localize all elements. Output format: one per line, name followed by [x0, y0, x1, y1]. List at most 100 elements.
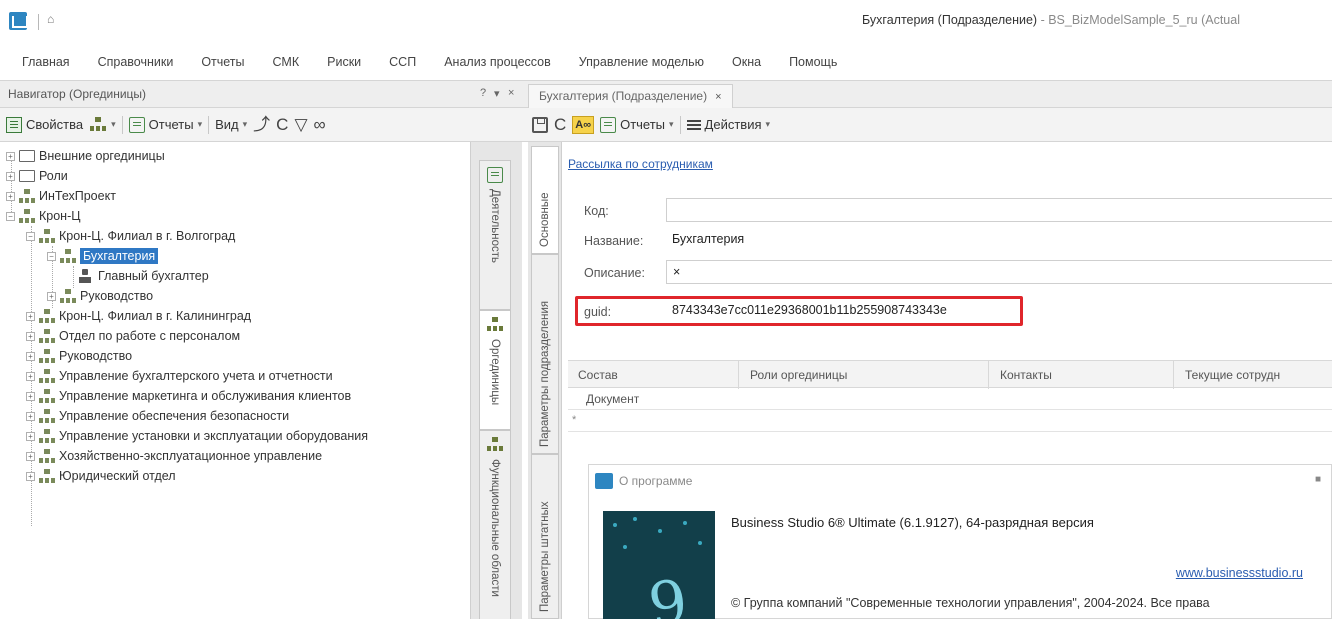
website-link[interactable]: www.businessstudio.ru — [1176, 566, 1303, 580]
chevron-down-icon: ▾ — [242, 119, 248, 129]
tab-main[interactable]: Основные — [531, 146, 559, 254]
tab-staff-params[interactable]: Параметры штатных — [531, 454, 559, 619]
grid-col-roles[interactable]: Роли оргединицы — [750, 368, 847, 382]
close-icon[interactable]: × — [715, 91, 721, 103]
activity-icon — [487, 167, 503, 183]
tree-item[interactable]: + ИнТехПроект — [6, 186, 116, 206]
actions-button[interactable]: Действия ▾ — [686, 117, 770, 132]
collapse-icon[interactable]: − — [26, 231, 35, 241]
properties-button[interactable]: Свойства — [6, 116, 83, 133]
tree-item-label: Роли — [39, 169, 68, 183]
tree-item-selected[interactable]: − Бухгалтерия — [47, 246, 159, 266]
grid-new-row[interactable]: * — [568, 410, 1332, 432]
expand-icon[interactable]: + — [26, 391, 35, 401]
tree-item[interactable]: + Руководство — [26, 346, 132, 366]
expand-icon[interactable]: + — [26, 471, 35, 481]
tree-item[interactable]: Главный бухгалтер — [78, 266, 209, 286]
tree-item[interactable]: + Роли — [6, 166, 68, 186]
navigate-icon[interactable]: ⤴ — [253, 116, 270, 133]
about-splash-image: 9 — [603, 511, 715, 619]
menu-reports[interactable]: Отчеты — [201, 55, 244, 69]
tree-item-label: Главный бухгалтер — [98, 269, 209, 283]
view-button[interactable]: Вид ▾ — [215, 117, 247, 132]
navigator-help-icon[interactable]: ? — [480, 87, 486, 99]
menu-directories[interactable]: Справочники — [98, 55, 174, 69]
mailing-link[interactable]: Рассылка по сотрудникам — [568, 157, 713, 171]
tree-item[interactable]: + Руководство — [47, 286, 153, 306]
tab-main-label: Основные — [539, 192, 551, 247]
grid-col-composition[interactable]: Состав — [578, 368, 618, 382]
refresh-icon[interactable]: C — [554, 116, 566, 133]
save-icon[interactable] — [532, 116, 548, 133]
org-unit-icon — [19, 188, 35, 204]
navigator-pin-icon[interactable]: ▾ — [494, 87, 500, 100]
menu-bsc[interactable]: ССП — [389, 55, 416, 69]
tree-item-label: ИнТехПроект — [39, 189, 116, 203]
grid-col-contacts[interactable]: Контакты — [1000, 368, 1052, 382]
tab-activity-label: Деятельность — [489, 189, 501, 264]
menu-windows[interactable]: Окна — [732, 55, 761, 69]
tree-item[interactable]: + Управление маркетинга и обслуживания кл… — [26, 386, 351, 406]
tab-staff-params-label: Параметры штатных — [539, 501, 551, 612]
grid-col-divider — [1173, 361, 1174, 389]
tab-unit-params[interactable]: Параметры подразделения — [531, 254, 559, 454]
menu-process-analysis[interactable]: Анализ процессов — [444, 55, 551, 69]
tab-org-units[interactable]: Оргединицы — [479, 310, 511, 430]
grid-col-document[interactable]: Документ — [586, 392, 639, 406]
expand-icon[interactable]: + — [26, 351, 35, 361]
chevron-down-icon: ▾ — [669, 119, 674, 129]
collapse-icon[interactable]: − — [6, 211, 15, 221]
document-side-tabs: Основные Параметры подразделения Парамет… — [528, 142, 562, 619]
navigator-close-icon[interactable]: × — [508, 87, 514, 99]
navigator-toolbar: Свойства ▾ Отчеты ▾ Вид ▾ ⤴ C ▽ ∞ — [0, 108, 522, 142]
menu-qms[interactable]: СМК — [273, 55, 300, 69]
toolbar-divider — [208, 115, 210, 134]
expand-icon[interactable]: + — [6, 171, 15, 181]
filter-icon[interactable]: ▽ — [294, 116, 307, 133]
tree-item[interactable]: + Управление обеспечения безопасности — [26, 406, 289, 426]
org-unit-icon — [39, 328, 55, 344]
code-field[interactable] — [666, 198, 1332, 222]
tree-item[interactable]: + Отдел по работе с персоналом — [26, 326, 240, 346]
org-structure-icon — [89, 116, 107, 133]
tree-item[interactable]: + Юридический отдел — [26, 466, 176, 486]
org-unit-icon — [39, 228, 55, 244]
document-tab[interactable]: Бухгалтерия (Подразделение) × — [528, 84, 733, 108]
menu-model-management[interactable]: Управление моделью — [579, 55, 704, 69]
expand-icon[interactable]: + — [26, 371, 35, 381]
tree-item[interactable]: − Крон-Ц. Филиал в г. Волгоград — [26, 226, 235, 246]
tree-item[interactable]: + Управление бухгалтерского учета и отчет… — [26, 366, 333, 386]
expand-icon[interactable]: + — [26, 311, 35, 321]
menu-home[interactable]: Главная — [22, 55, 70, 69]
collapse-icon[interactable]: − — [47, 251, 56, 261]
sort-az-button[interactable]: A∞ — [572, 115, 595, 134]
reports-button[interactable]: Отчеты ▾ — [128, 116, 202, 133]
expand-icon[interactable]: + — [6, 191, 15, 201]
expand-icon[interactable]: + — [6, 151, 15, 161]
tree-item[interactable]: + Управление установки и эксплуатации обо… — [26, 426, 368, 446]
link-icon[interactable]: ∞ — [314, 116, 326, 133]
tab-functional-areas[interactable]: Функциональные области — [479, 430, 511, 619]
tab-activity[interactable]: Деятельность — [479, 160, 511, 310]
expand-icon[interactable]: + — [47, 291, 56, 301]
menu-help[interactable]: Помощь — [789, 55, 837, 69]
tree-item[interactable]: − Крон-Ц — [6, 206, 81, 226]
expand-icon[interactable]: + — [26, 431, 35, 441]
doc-reports-button[interactable]: Отчеты ▾ — [600, 116, 674, 133]
description-field[interactable]: × — [666, 260, 1332, 284]
refresh-icon[interactable]: C — [276, 116, 288, 133]
tree-item[interactable]: + Крон-Ц. Филиал в г. Калининград — [26, 306, 251, 326]
tree-item[interactable]: + Хозяйственно-эксплуатационное управлени… — [26, 446, 322, 466]
document-toolbar: C A∞ Отчеты ▾ Действия ▾ — [522, 108, 1332, 142]
expand-icon[interactable]: + — [26, 331, 35, 341]
org-structure-button[interactable]: ▾ — [89, 116, 116, 133]
app-logo-icon[interactable] — [9, 12, 28, 30]
tree-item[interactable]: + Внешние оргединицы — [6, 146, 165, 166]
grid-col-employees[interactable]: Текущие сотрудн — [1185, 368, 1280, 382]
expand-icon[interactable]: + — [26, 451, 35, 461]
about-close-icon[interactable]: ■ — [1315, 474, 1321, 485]
menu-risks[interactable]: Риски — [327, 55, 361, 69]
quick-access-icon[interactable]: ⌂ — [47, 12, 54, 26]
expand-icon[interactable]: + — [26, 411, 35, 421]
name-field[interactable]: Бухгалтерия — [666, 228, 1332, 252]
